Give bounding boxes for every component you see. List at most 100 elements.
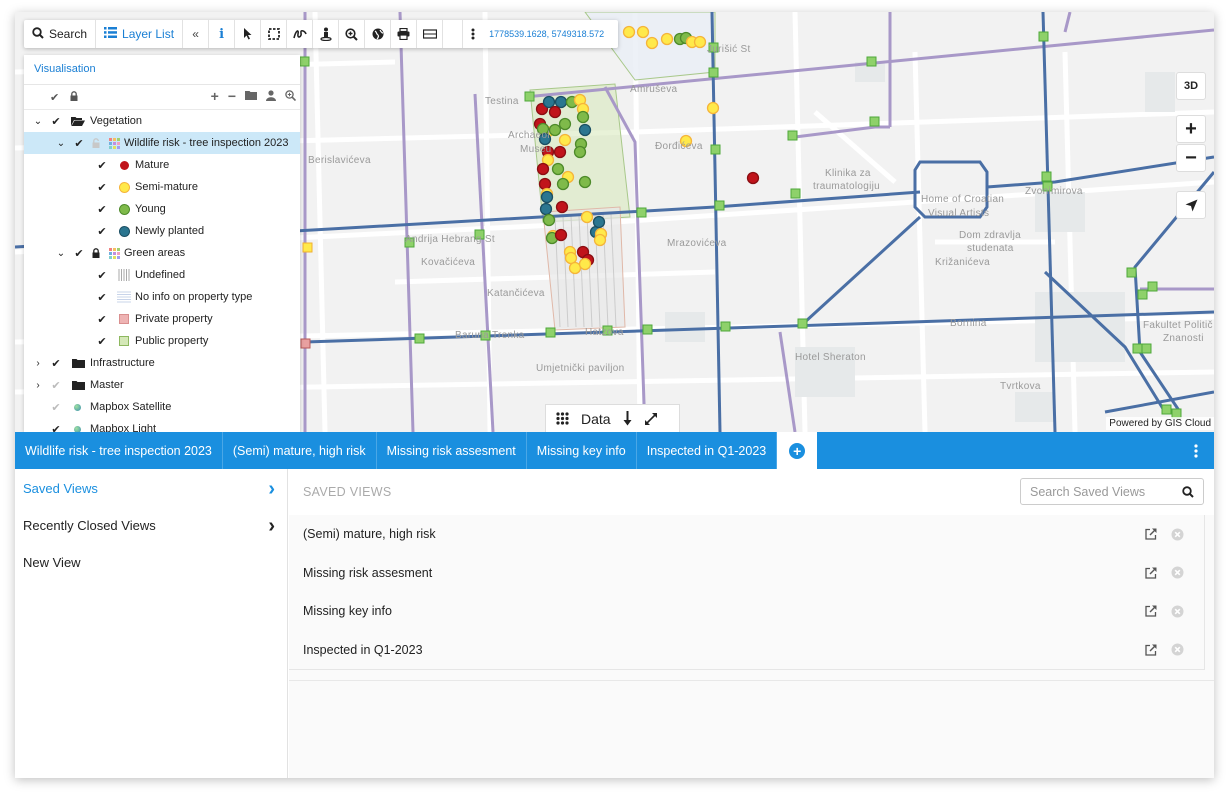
visibility-checkbox[interactable]: ✔	[73, 137, 85, 150]
visibility-checkbox[interactable]: ✔	[96, 225, 108, 238]
mature-tree-point[interactable]	[538, 177, 552, 191]
delete-circle-icon[interactable]	[1171, 643, 1184, 656]
young-tree-point[interactable]	[551, 162, 565, 176]
mature-tree-point[interactable]	[746, 171, 760, 185]
semi-mature-tree-point[interactable]	[660, 32, 674, 46]
young-tree-point[interactable]	[556, 177, 570, 191]
arrow-down-icon[interactable]	[623, 411, 632, 426]
mature-tree-point[interactable]	[555, 200, 569, 214]
newly-planted-tree-point[interactable]	[578, 123, 592, 137]
saved-view-row[interactable]: Missing risk assesment	[289, 554, 1204, 593]
tab-view[interactable]: Wildlife risk - tree inspection 2023	[15, 432, 223, 469]
visibility-checkbox[interactable]: ✔	[96, 291, 108, 304]
newly-planted-tree-point[interactable]	[592, 215, 606, 229]
visibility-checkbox[interactable]: ✔	[50, 423, 62, 433]
semi-mature-tree-point[interactable]	[706, 101, 720, 115]
young-tree-point[interactable]	[578, 175, 592, 189]
sidebar-item-recently-closed-views[interactable]: Recently Closed Views ›	[15, 507, 287, 544]
chevron-right-icon[interactable]: ›	[32, 380, 44, 391]
mature-tree-point[interactable]	[548, 105, 562, 119]
info-tool-button[interactable]: i	[209, 20, 236, 48]
layer-list-button[interactable]: Layer List	[96, 20, 184, 48]
visibility-checkbox[interactable]: ✔	[50, 401, 62, 414]
newly-planted-tree-point[interactable]	[542, 95, 556, 109]
3d-toggle-button[interactable]: 3D	[1176, 72, 1206, 100]
semi-mature-tree-point[interactable]	[593, 233, 607, 247]
tabs-menu-button[interactable]	[1178, 432, 1214, 469]
open-external-icon[interactable]	[1145, 567, 1157, 579]
newly-planted-tree-point[interactable]	[554, 95, 568, 109]
young-tree-point[interactable]	[548, 123, 562, 137]
visibility-checkbox[interactable]: ✔	[96, 269, 108, 282]
saved-view-row[interactable]: Missing key info	[289, 592, 1204, 631]
saved-view-row[interactable]: (Semi) mature, high risk	[289, 515, 1204, 554]
select-rectangle-button[interactable]	[261, 20, 288, 48]
measure-button[interactable]	[417, 20, 444, 48]
saved-views-search-input[interactable]	[1030, 484, 1170, 499]
unlock-icon[interactable]	[90, 137, 102, 149]
pointer-tool-button[interactable]	[235, 20, 262, 48]
young-tree-point[interactable]	[573, 145, 587, 159]
semi-mature-tree-point[interactable]	[558, 133, 572, 147]
user-icon[interactable]	[266, 90, 276, 104]
legend-item[interactable]: ✔ Undefined	[24, 264, 300, 286]
open-external-icon[interactable]	[1145, 644, 1157, 656]
open-external-icon[interactable]	[1145, 605, 1157, 617]
lock-icon[interactable]	[90, 247, 102, 259]
mature-tree-point[interactable]	[553, 145, 567, 159]
data-panel-toggle[interactable]: Data	[545, 404, 680, 432]
check-all-icon[interactable]: ✔	[50, 92, 59, 104]
add-layer-icon[interactable]: +	[211, 89, 219, 104]
layer-row[interactable]: › ✔ Infrastructure	[24, 352, 300, 374]
chevron-down-icon[interactable]: ⌄	[55, 138, 67, 149]
layer-row[interactable]: › ✔ Master	[24, 374, 300, 396]
chevron-down-icon[interactable]: ⌄	[55, 248, 67, 259]
chevron-right-icon[interactable]: ›	[32, 358, 44, 369]
semi-mature-tree-point[interactable]	[693, 35, 707, 49]
semi-mature-tree-point[interactable]	[578, 257, 592, 271]
layer-row[interactable]: ⌄ ✔ Wildlife risk - tree inspection 2023	[24, 132, 300, 154]
lock-all-icon[interactable]	[70, 91, 78, 104]
layer-row[interactable]: ✔ Mapbox Light	[24, 418, 300, 432]
delete-circle-icon[interactable]	[1171, 566, 1184, 579]
map-canvas[interactable]: Testina Archaeol Museu Amruševa Berislavićev…	[15, 12, 1214, 432]
folder-icon[interactable]	[245, 90, 257, 104]
sidebar-item-new-view[interactable]: New View	[15, 544, 287, 581]
add-view-tab-button[interactable]: +	[777, 432, 818, 469]
young-tree-point[interactable]	[542, 213, 556, 227]
visibility-checkbox[interactable]: ✔	[96, 203, 108, 216]
legend-item[interactable]: ✔ Mature	[24, 154, 300, 176]
sidebar-item-saved-views[interactable]: Saved Views ›	[15, 470, 287, 507]
coordinates-menu-button[interactable]	[463, 20, 483, 48]
legend-item[interactable]: ✔ Newly planted	[24, 220, 300, 242]
expand-icon[interactable]	[644, 412, 658, 426]
semi-mature-tree-point[interactable]	[568, 261, 582, 275]
search-icon[interactable]	[1182, 485, 1194, 498]
visibility-checkbox[interactable]: ✔	[96, 181, 108, 194]
legend-item[interactable]: ✔ Young	[24, 198, 300, 220]
legend-item[interactable]: ✔ Semi-mature	[24, 176, 300, 198]
delete-circle-icon[interactable]	[1171, 605, 1184, 618]
visibility-checkbox[interactable]: ✔	[96, 313, 108, 326]
search-button[interactable]: Search	[24, 20, 97, 48]
layer-row[interactable]: ⌄ ✔ Green areas	[24, 242, 300, 264]
collapse-panel-button[interactable]: «	[183, 20, 210, 48]
semi-mature-tree-point[interactable]	[580, 210, 594, 224]
remove-layer-icon[interactable]: −	[228, 89, 236, 104]
freehand-tool-button[interactable]	[287, 20, 314, 48]
visibility-checkbox[interactable]: ✔	[50, 379, 62, 392]
tab-view[interactable]: (Semi) mature, high risk	[223, 432, 377, 469]
mature-tree-point[interactable]	[554, 228, 568, 242]
mature-tree-point[interactable]	[536, 162, 550, 176]
street-view-button[interactable]	[313, 20, 340, 48]
legend-item[interactable]: ✔ No info on property type	[24, 286, 300, 308]
visibility-checkbox[interactable]: ✔	[50, 357, 62, 370]
semi-mature-tree-point[interactable]	[564, 251, 578, 265]
young-tree-point[interactable]	[558, 117, 572, 131]
layer-row[interactable]: ✔ Mapbox Satellite	[24, 396, 300, 418]
semi-mature-tree-point[interactable]	[636, 25, 650, 39]
zoom-in-button[interactable]: +	[1176, 115, 1206, 143]
layer-row[interactable]: ⌄ ✔ Vegetation	[24, 110, 300, 132]
semi-mature-tree-point[interactable]	[645, 36, 659, 50]
newly-planted-tree-point[interactable]	[539, 202, 553, 216]
